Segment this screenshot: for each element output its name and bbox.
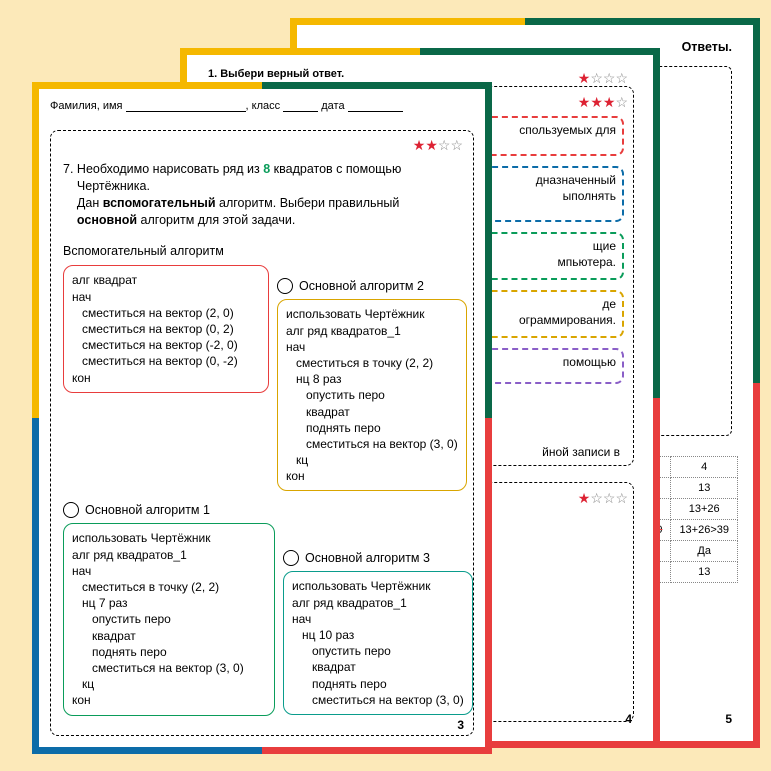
difficulty-stars-icon: ★☆☆☆ [578, 490, 628, 507]
aux-algorithm-title: Вспомогательный алгоритм [63, 243, 461, 260]
page-number: 5 [725, 712, 732, 726]
question-7-text: 7. Необходимо нарисовать ряд из 8 квадра… [63, 161, 461, 229]
difficulty-stars-icon: ★★★☆ [578, 94, 628, 111]
difficulty-stars-icon: ★★☆☆ [413, 137, 463, 154]
option-2[interactable]: Основной алгоритм 2 [277, 277, 467, 295]
worksheet-page-3: Фамилия, имя , класс дата ★★☆☆ 7. Необхо… [32, 82, 492, 754]
difficulty-stars-icon: ★☆☆☆ [578, 70, 628, 87]
answers-title: Ответы. [682, 40, 732, 54]
page-number: 4 [625, 712, 632, 726]
aux-algorithm-code: алг квадрат нач сместиться на вектор (2,… [63, 265, 269, 392]
option-3[interactable]: Основной алгоритм 3 [283, 549, 473, 567]
radio-icon[interactable] [277, 278, 293, 294]
question-1-label: 1. Выбери верный ответ. [208, 68, 344, 80]
option-1-code: использовать Чертёжник алг ряд квадратов… [63, 523, 275, 715]
option-1[interactable]: Основной алгоритм 1 [63, 501, 275, 519]
option-3-code: использовать Чертёжник алг ряд квадратов… [283, 571, 473, 715]
option-2-code: использовать Чертёжник алг ряд квадратов… [277, 299, 467, 491]
header-fields: Фамилия, имя , класс дата [50, 100, 474, 112]
radio-icon[interactable] [63, 502, 79, 518]
page-number: 3 [457, 718, 464, 732]
radio-icon[interactable] [283, 550, 299, 566]
